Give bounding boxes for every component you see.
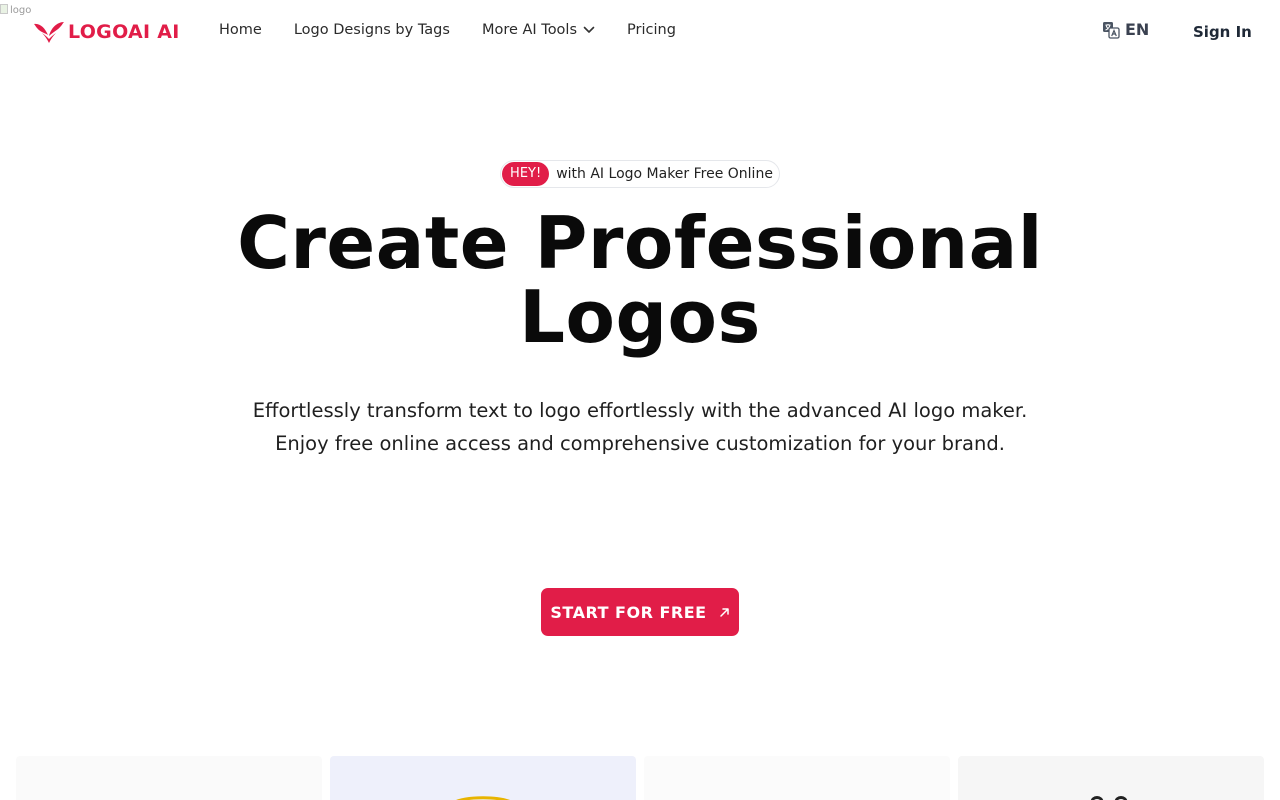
translate-icon [1103,21,1120,39]
chevron-down-icon [583,26,595,33]
sign-in-link[interactable]: Sign In [1193,23,1252,41]
nav-logo-designs-by-tags[interactable]: Logo Designs by Tags [294,22,450,38]
gallery-card[interactable] [958,756,1264,800]
start-for-free-button[interactable]: START FOR FREE [541,588,739,636]
hero-badge: HEY! with AI Logo Maker Free Online [500,160,780,188]
broken-image-icon [0,4,8,14]
gallery-card[interactable] [16,756,322,800]
logo-gallery [16,756,1264,800]
dark-logo-preview [1090,796,1128,800]
nav-home[interactable]: Home [219,22,262,38]
hero-section: HEY! with AI Logo Maker Free Online Crea… [0,160,1280,460]
broken-image-alt-text: logo [10,5,32,16]
hero-headline-line-1: Create Professional [237,201,1043,285]
nav-pricing[interactable]: Pricing [627,22,676,38]
arrow-up-right-icon [719,607,729,617]
broken-image: logo [0,2,40,18]
bird-logo-icon [34,22,64,43]
hero-headline-line-2: Logos [519,275,761,359]
gallery-card[interactable] [330,756,636,800]
hey-tag: HEY! [502,162,550,186]
top-navigation-bar: logo LOGOAI AI Home Logo Designs by Tags… [0,0,1280,66]
start-for-free-label: START FOR FREE [550,602,707,622]
hero-subtitle: Effortlessly transform text to logo effo… [252,399,1028,455]
language-label: EN [1125,20,1150,39]
nav-more-ai-tools[interactable]: More AI Tools [482,22,595,38]
main-nav: Home Logo Designs by Tags More AI Tools … [219,22,676,38]
hero-badge-text: with AI Logo Maker Free Online [556,166,773,182]
yellow-logo-preview [456,796,510,800]
nav-more-ai-tools-label: More AI Tools [481,22,578,38]
brand-logo-link[interactable]: LOGOAI AI [32,18,180,46]
hero-badge-wrapper: HEY! with AI Logo Maker Free Online [0,160,1280,188]
gallery-card[interactable] [644,756,950,800]
hero-headline: Create Professional Logos [0,206,1280,354]
brand-name: LOGOAI AI [68,21,180,43]
language-selector[interactable]: EN [1102,20,1149,39]
